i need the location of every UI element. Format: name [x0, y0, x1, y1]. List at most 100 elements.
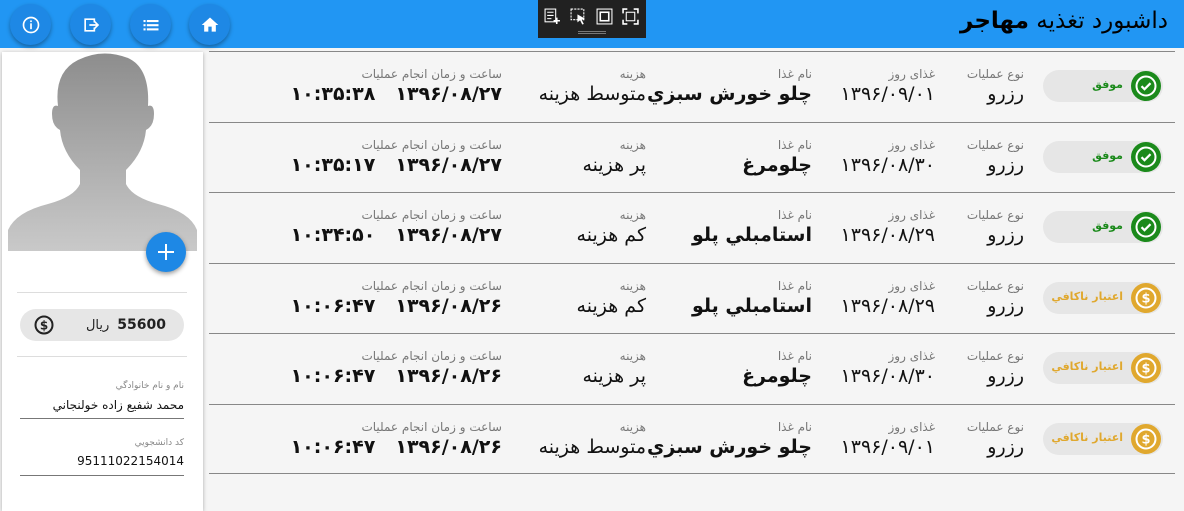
- info-button[interactable]: [10, 4, 51, 45]
- operation-time: ۱۰:۳۵:۱۷: [290, 153, 376, 176]
- op-type-label: نوع عمليات: [966, 349, 1024, 363]
- operation-date: ۱۳۹۶/۰۸/۲۶: [395, 294, 502, 317]
- status-text: اعتبار ناكافي: [1051, 430, 1123, 444]
- op-type-label: نوع عمليات: [966, 67, 1024, 81]
- cost-value: پر هزينه: [582, 365, 646, 387]
- cost-value: متوسط هزينه: [538, 435, 646, 458]
- avatar: [8, 52, 197, 251]
- datetime-label: ساعت و زمان انجام عمليات: [361, 137, 502, 152]
- list-button[interactable]: [130, 4, 171, 45]
- title-prefix: داشبورد تغذیه: [1036, 8, 1168, 34]
- datetime-label: ساعت و زمان انجام عمليات: [361, 208, 502, 222]
- transaction-list: موفق نوع عمليات رزرو غذای روز ۱۳۹۶/۰۹/۰۱…: [209, 51, 1175, 474]
- day-food-label: غذای روز: [888, 349, 936, 363]
- status-icon: [1131, 71, 1161, 101]
- pointer-select-icon[interactable]: [570, 8, 587, 25]
- op-type-label: نوع عمليات: [966, 278, 1024, 293]
- list-item[interactable]: موفق نوع عمليات رزرو غذای روز ۱۳۹۶/۰۹/۰۱…: [209, 51, 1175, 122]
- title-bold: مهاجر: [960, 8, 1029, 34]
- status-badge: $ اعتبار ناكافي: [1043, 352, 1163, 384]
- svg-text:$: $: [1141, 432, 1150, 447]
- status-badge: موفق: [1043, 211, 1163, 243]
- status-text: موفق: [1092, 219, 1123, 232]
- page-title: داشبورد تغذیه مهاجر: [960, 8, 1168, 34]
- day-food-date: ۱۳۹۶/۰۹/۰۱: [840, 83, 935, 105]
- balance-amount: 55600: [117, 317, 166, 333]
- day-food-label: غذای روز: [888, 67, 936, 81]
- datetime-label: ساعت و زمان انجام عمليات: [361, 67, 502, 81]
- food-name-label: نام غذا: [777, 208, 812, 222]
- list-item[interactable]: $ اعتبار ناكافي نوع عمليات رزرو غذای روز…: [209, 403, 1175, 474]
- logout-button[interactable]: [70, 4, 111, 45]
- coin-dollar-icon: $: [1135, 287, 1157, 308]
- datetime-label: ساعت و زمان انجام عمليات: [361, 278, 502, 293]
- list-item[interactable]: $ اعتبار ناكافي نوع عمليات رزرو غذای روز…: [209, 262, 1175, 334]
- list-item[interactable]: $ اعتبار ناكافي نوع عمليات رزرو غذای روز…: [209, 333, 1175, 404]
- cost-value: كم هزينه: [576, 224, 646, 246]
- day-food-label: غذای روز: [888, 208, 936, 222]
- svg-text:$: $: [1141, 362, 1150, 377]
- status-icon: $: [1131, 423, 1161, 454]
- fullscreen-select-icon[interactable]: [622, 8, 639, 25]
- food-name-value: چلومرغ: [742, 153, 812, 176]
- datetime-label: ساعت و زمان انجام عمليات: [361, 349, 502, 363]
- food-name-label: نام غذا: [777, 137, 812, 152]
- operation-date: ۱۳۹۶/۰۸/۲۷: [395, 153, 502, 176]
- cost-label: هزينه: [619, 419, 646, 434]
- status-icon: $: [1131, 282, 1161, 313]
- op-type-label: نوع عمليات: [966, 419, 1024, 434]
- student-id-label: كد دانشجويي: [134, 438, 184, 448]
- check-circle-icon: [1135, 146, 1157, 167]
- op-type-label: نوع عمليات: [966, 208, 1024, 222]
- list-item[interactable]: موفق نوع عمليات رزرو غذای روز ۱۳۹۶/۰۸/۲۹…: [209, 192, 1175, 263]
- plus-icon: [158, 244, 174, 260]
- status-icon: [1131, 141, 1161, 172]
- day-food-date: ۱۳۹۶/۰۸/۲۹: [840, 224, 935, 246]
- food-name-value: استامبلي پلو: [691, 294, 812, 317]
- new-snip-icon[interactable]: [544, 8, 561, 25]
- status-badge: $ اعتبار ناكافي: [1043, 281, 1163, 314]
- home-button[interactable]: [189, 4, 230, 45]
- status-badge: موفق: [1043, 70, 1163, 102]
- operation-time: ۱۰:۰۶:۴۷: [290, 435, 376, 458]
- name-field: محمد شفيع زاده خولنجاني: [52, 398, 184, 412]
- student-id-field: 95111022154014: [77, 454, 184, 468]
- coin-dollar-icon: $: [1135, 428, 1157, 449]
- list-item[interactable]: موفق نوع عمليات رزرو غذای روز ۱۳۹۶/۰۸/۳۰…: [209, 121, 1175, 193]
- status-badge: موفق: [1043, 140, 1163, 173]
- check-circle-icon: [1135, 216, 1157, 238]
- operation-date: ۱۳۹۶/۰۸/۲۶: [395, 435, 502, 458]
- day-food-date: ۱۳۹۶/۰۸/۲۹: [840, 294, 935, 317]
- day-food-date: ۱۳۹۶/۰۸/۳۰: [840, 153, 935, 176]
- operation-time: ۱۰:۳۴:۵۰: [290, 224, 376, 246]
- day-food-label: غذای روز: [888, 278, 936, 293]
- divider: [17, 292, 187, 293]
- name-underline: [20, 418, 184, 419]
- operation-date: ۱۳۹۶/۰۸/۲۶: [395, 365, 502, 387]
- status-text: موفق: [1092, 148, 1123, 162]
- cost-label: هزينه: [619, 67, 646, 81]
- add-photo-button[interactable]: [146, 232, 186, 272]
- operation-time: ۱۰:۳۵:۳۸: [290, 83, 376, 105]
- cost-label: هزينه: [619, 208, 646, 222]
- cost-value: كم هزينه: [576, 294, 646, 317]
- op-type-value: رزرو: [987, 294, 1024, 317]
- operation-date: ۱۳۹۶/۰۸/۲۷: [395, 83, 502, 105]
- cost-value: متوسط هزينه: [538, 83, 646, 105]
- status-badge: $ اعتبار ناكافي: [1043, 422, 1163, 455]
- window-select-icon[interactable]: [596, 8, 613, 25]
- coin-dollar-icon: $: [1135, 357, 1157, 379]
- status-icon: [1131, 212, 1161, 242]
- toolbox-drag-handle[interactable]: [578, 31, 606, 34]
- day-food-date: ۱۳۹۶/۰۸/۳۰: [840, 365, 935, 387]
- exit-icon: [83, 17, 99, 32]
- cost-label: هزينه: [619, 278, 646, 293]
- op-type-label: نوع عمليات: [966, 137, 1024, 152]
- cost-value: پر هزينه: [582, 153, 646, 176]
- food-name-label: نام غذا: [777, 419, 812, 434]
- divider: [17, 356, 187, 357]
- op-type-value: رزرو: [987, 435, 1024, 458]
- food-name-value: چلو خورش سبزي: [646, 435, 812, 458]
- day-food-label: غذای روز: [888, 137, 936, 152]
- svg-text:$: $: [1141, 291, 1150, 306]
